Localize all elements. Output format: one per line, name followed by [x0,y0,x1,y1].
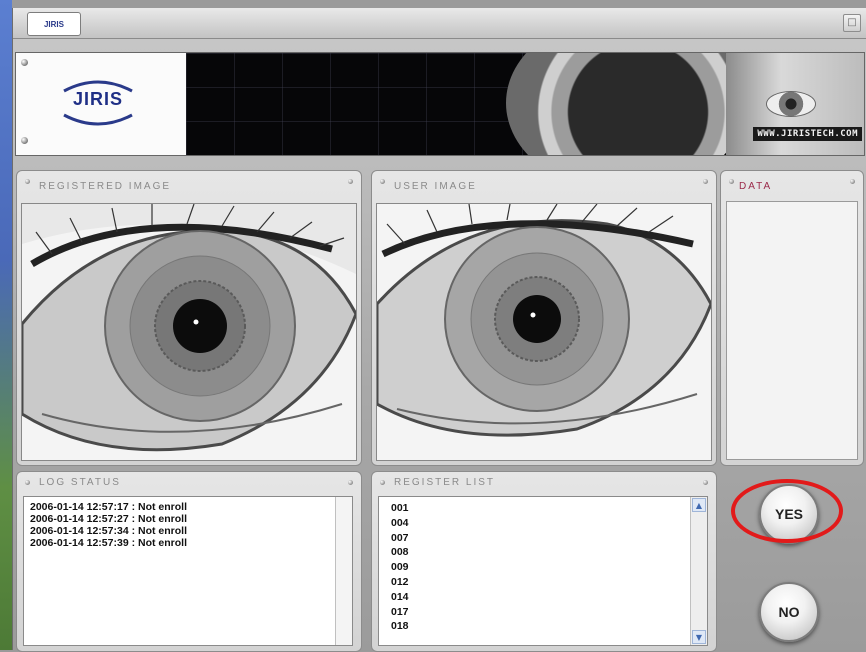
no-button[interactable]: NO [759,582,819,642]
registered-eye-image [21,203,357,461]
register-scrollbar[interactable]: ▲ ▼ [690,497,707,645]
data-content [726,201,858,460]
log-line: 2006-01-14 12:57:34 : Not enroll [30,525,187,537]
list-item[interactable]: 001 [391,501,707,516]
data-title: DATA [739,181,773,192]
desktop-background [0,0,12,650]
register-list[interactable]: 001 004 007 008 009 012 014 017 018 ▲ ▼ [378,496,708,646]
log-status-panel: LOG STATUS 2006-01-14 12:57:17 : Not enr… [16,471,362,652]
app-window: JIRIS □ JIRIS WWW.JIRISTECH.COM REGISTER… [12,8,866,652]
brand-panel: JIRIS [16,53,186,155]
window-logo-icon: JIRIS [27,12,81,36]
eye-icon [22,204,356,460]
data-panel: DATA [720,170,864,466]
list-item[interactable]: 014 [391,590,707,605]
register-list-panel: REGISTER LIST 001 004 007 008 009 012 01… [371,471,717,652]
list-item[interactable]: 007 [391,531,707,546]
titlebar: JIRIS □ [13,8,866,39]
screw-icon [21,137,28,144]
log-line: 2006-01-14 12:57:27 : Not enroll [30,513,187,525]
log-status-title: LOG STATUS [39,477,121,488]
list-item[interactable]: 012 [391,575,707,590]
screw-icon [21,59,28,66]
close-icon[interactable]: □ [843,14,861,32]
banner: JIRIS WWW.JIRISTECH.COM [15,52,865,156]
log-line: 2006-01-14 12:57:17 : Not enroll [30,501,187,513]
list-item[interactable]: 008 [391,545,707,560]
eye-icon [377,204,711,460]
user-eye-image [376,203,712,461]
list-item[interactable]: 017 [391,605,707,620]
website-url: WWW.JIRISTECH.COM [753,127,862,141]
list-item[interactable]: 004 [391,516,707,531]
registered-image-title: REGISTERED IMAGE [39,181,172,192]
banner-graphic [186,53,526,155]
list-item[interactable]: 018 [391,619,707,634]
brand-name: JIRIS [72,89,124,109]
title-logo-text: JIRIS [43,19,64,29]
jiris-logo: JIRIS [58,75,138,131]
list-item[interactable]: 009 [391,560,707,575]
scroll-down-icon[interactable]: ▼ [692,630,706,644]
registered-image-panel: REGISTERED IMAGE [16,170,362,466]
banner-device-image [506,53,746,155]
highlight-annotation [731,479,843,543]
user-image-panel: USER IMAGE [371,170,717,466]
register-list-title: REGISTER LIST [394,477,496,488]
log-line: 2006-01-14 12:57:39 : Not enroll [30,537,187,549]
scroll-up-icon[interactable]: ▲ [692,498,706,512]
log-scrollbar[interactable] [335,497,352,645]
log-status-list[interactable]: 2006-01-14 12:57:17 : Not enroll 2006-01… [23,496,353,646]
user-image-title: USER IMAGE [394,181,477,192]
banner-eye-image [766,91,816,117]
